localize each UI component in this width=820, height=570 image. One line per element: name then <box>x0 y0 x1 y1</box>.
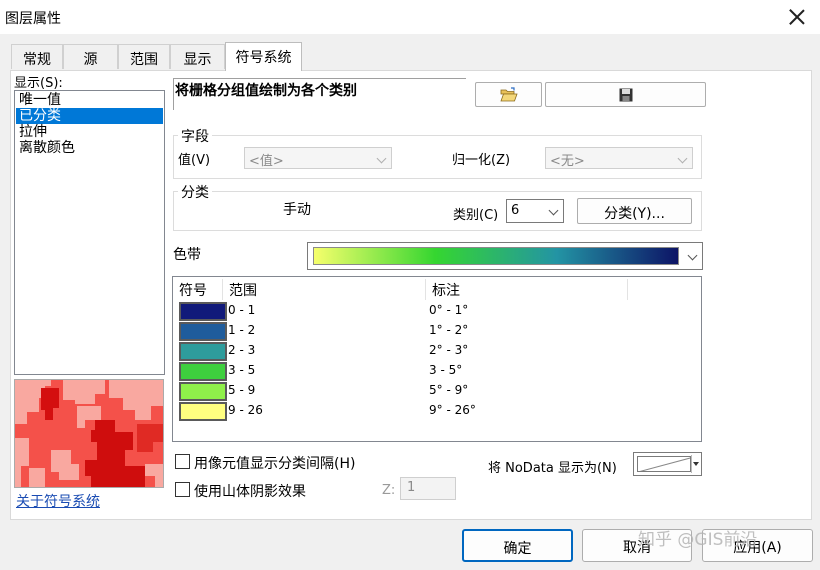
save-symbology-button[interactable] <box>545 82 706 107</box>
hillshade-checkbox[interactable] <box>175 482 190 497</box>
classification-group-title: 分类 <box>178 182 212 202</box>
folder-open-icon <box>499 87 518 102</box>
class-range: 5 - 9 <box>228 383 256 397</box>
class-range: 2 - 3 <box>228 343 256 357</box>
class-symbol-swatch[interactable] <box>179 342 227 361</box>
class-label: 5° - 9° <box>429 383 469 397</box>
class-label: 1° - 2° <box>429 323 469 337</box>
color-ramp-select[interactable] <box>307 242 703 270</box>
hillshade-label: 使用山体阴影效果 <box>194 484 306 500</box>
class-label: 0° - 1° <box>429 303 469 317</box>
color-ramp-label: 色带 <box>173 247 201 263</box>
nodata-color-picker[interactable] <box>633 452 702 476</box>
pixel-intervals-label: 用像元值显示分类间隔(H) <box>194 456 356 472</box>
color-ramp-preview <box>313 247 679 265</box>
nodata-color-swatch <box>637 456 691 472</box>
floppy-disk-icon <box>619 88 632 102</box>
close-icon[interactable] <box>786 6 808 28</box>
classify-button[interactable]: 分类(Y)... <box>577 198 692 224</box>
about-symbology-link[interactable]: 关于符号系统 <box>16 491 100 511</box>
class-label: 3 - 5° <box>429 363 463 377</box>
value-field-select[interactable]: <值> <box>244 147 392 169</box>
tab-display[interactable]: 显示 <box>170 44 225 69</box>
class-label: 2° - 3° <box>429 343 469 357</box>
normalization-select[interactable]: <无> <box>545 147 693 169</box>
class-range: 1 - 2 <box>228 323 256 337</box>
fields-group-title: 字段 <box>178 126 212 146</box>
renderer-description: 将栅格分组值绘制为各个类别 <box>175 83 357 99</box>
class-range: 0 - 1 <box>228 303 256 317</box>
class-symbol-swatch[interactable] <box>179 402 227 421</box>
chevron-down-icon <box>677 153 688 164</box>
value-field-label: 值(V) <box>178 153 211 168</box>
list-item-discrete-color[interactable]: 离散颜色 <box>16 140 163 156</box>
chevron-down-icon <box>376 153 387 164</box>
z-factor-label: Z: <box>382 483 396 498</box>
table-header-label[interactable]: 标注 <box>426 279 628 300</box>
tab-source[interactable]: 源 <box>63 44 118 69</box>
class-table[interactable]: 符号 范围 标注 0 - 1 0° - 1° 1 - 2 1° - 2° 2 -… <box>172 276 702 442</box>
nodata-label: 将 NoData 显示为(N) <box>488 461 617 476</box>
table-row[interactable]: 0 - 1 0° - 1° <box>177 301 697 321</box>
normalization-label: 归一化(Z) <box>452 153 511 168</box>
window-title: 图层属性 <box>5 11 61 27</box>
table-row[interactable]: 5 - 9 5° - 9° <box>177 381 697 401</box>
table-row[interactable]: 2 - 3 2° - 3° <box>177 341 697 361</box>
ok-button[interactable]: 确定 <box>462 529 573 562</box>
chevron-down-icon <box>687 250 698 261</box>
normalization-selected: <无> <box>550 154 585 169</box>
class-symbol-swatch[interactable] <box>179 302 227 321</box>
classes-select[interactable]: 6 <box>506 199 564 223</box>
class-label: 9° - 26° <box>429 403 476 417</box>
table-row[interactable]: 3 - 5 3 - 5° <box>177 361 697 381</box>
tab-extent[interactable]: 范围 <box>118 44 170 69</box>
class-range: 3 - 5 <box>228 363 256 377</box>
tab-general[interactable]: 常规 <box>11 44 63 69</box>
open-symbology-button[interactable] <box>475 82 542 107</box>
classes-label: 类别(C) <box>453 208 499 223</box>
renderer-list[interactable]: 唯一值 已分类 拉伸 离散颜色 <box>14 90 165 375</box>
watermark-text: 知乎 @GIS前沿 <box>638 530 758 550</box>
preview-image <box>14 379 164 488</box>
table-row[interactable]: 1 - 2 1° - 2° <box>177 321 697 341</box>
table-header-symbol[interactable]: 符号 <box>173 279 223 300</box>
value-field-selected: <值> <box>249 154 284 169</box>
class-range: 9 - 26 <box>228 403 263 417</box>
show-label: 显示(S): <box>14 76 63 91</box>
z-factor-input[interactable]: 1 <box>400 477 456 500</box>
class-symbol-swatch[interactable] <box>179 362 227 381</box>
table-header-range[interactable]: 范围 <box>223 279 426 300</box>
list-item-classified[interactable]: 已分类 <box>16 108 163 124</box>
tab-symbology[interactable]: 符号系统 <box>225 42 302 71</box>
classification-method: 手动 <box>283 202 311 218</box>
pixel-intervals-checkbox[interactable] <box>175 454 190 469</box>
chevron-down-icon <box>548 205 559 216</box>
class-symbol-swatch[interactable] <box>179 322 227 341</box>
dropdown-arrow-icon[interactable] <box>691 455 700 473</box>
title-bar <box>0 0 820 34</box>
classes-selected: 6 <box>511 203 520 218</box>
class-symbol-swatch[interactable] <box>179 382 227 401</box>
table-row[interactable]: 9 - 26 9° - 26° <box>177 401 697 421</box>
list-item-unique-values[interactable]: 唯一值 <box>16 92 163 108</box>
list-item-stretched[interactable]: 拉伸 <box>16 124 163 140</box>
